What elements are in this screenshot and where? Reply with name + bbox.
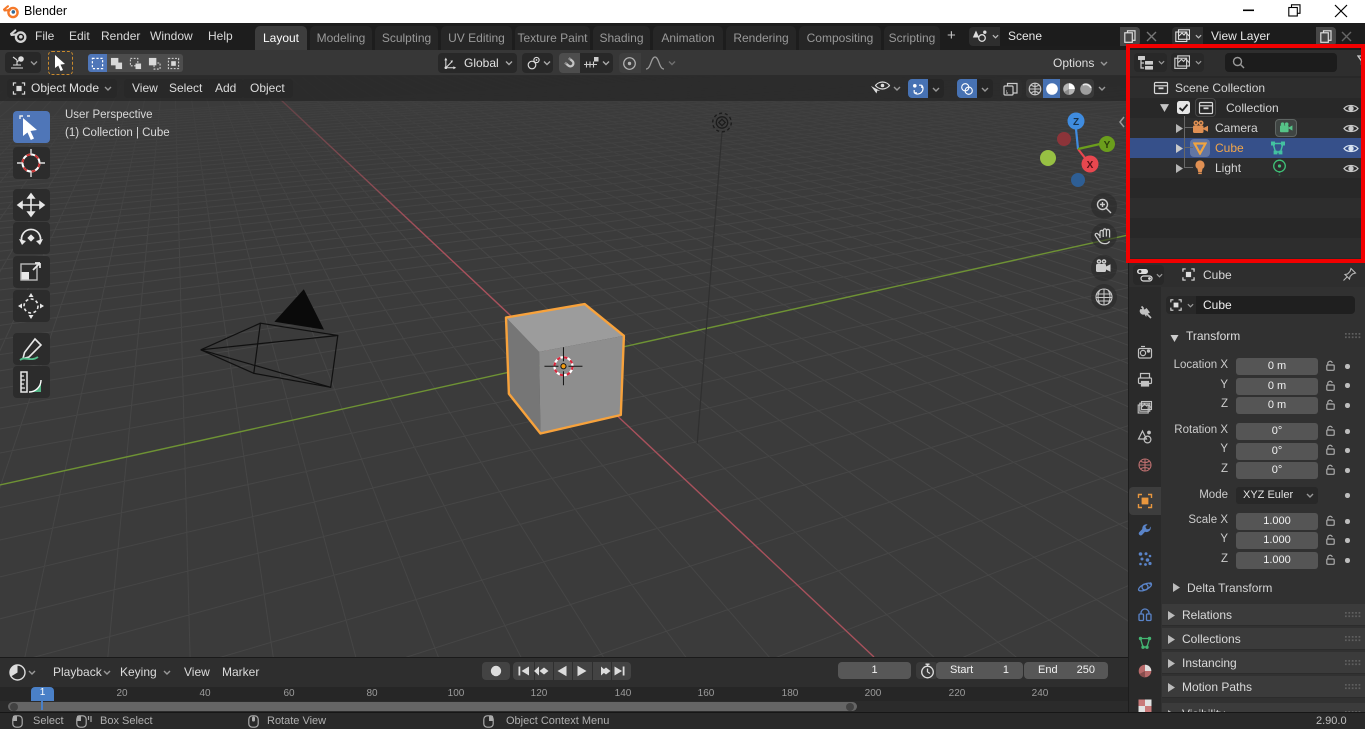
svg-text:Y: Y [1104, 140, 1111, 151]
svg-text:X: X [1087, 160, 1094, 171]
svg-text:Z: Z [1073, 117, 1079, 128]
